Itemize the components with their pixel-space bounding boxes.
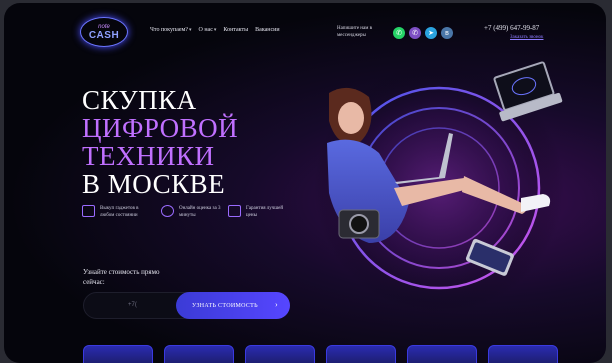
nav-item-contacts[interactable]: Контакты bbox=[223, 27, 248, 33]
category-tile[interactable] bbox=[164, 345, 234, 363]
clock-icon bbox=[161, 205, 174, 217]
feature-online-estimate: Онлайн оценка за 3 минуты bbox=[161, 205, 223, 219]
feature-text: Гарантия лучшей цены bbox=[246, 206, 284, 218]
vk-glyph: в bbox=[445, 29, 449, 37]
messenger-prompt: Напишите нам в мессенджеры bbox=[337, 26, 372, 38]
telegram-glyph: ➤ bbox=[428, 30, 434, 37]
category-tile[interactable] bbox=[488, 345, 558, 363]
whatsapp-glyph: ✆ bbox=[396, 30, 402, 37]
viber-icon[interactable]: ✆ bbox=[409, 27, 421, 39]
laptop-icon bbox=[82, 205, 95, 217]
feature-text: Онлайн оценка за 3 минуты bbox=[179, 206, 221, 218]
hero-illustration bbox=[314, 61, 564, 313]
hero-title-line2: ЦИФРОВОЙ bbox=[82, 113, 239, 143]
viber-glyph: ✆ bbox=[412, 30, 418, 37]
nav-label: Вакансии bbox=[255, 27, 280, 33]
nav-label: Контакты bbox=[223, 27, 249, 33]
hero-title: СКУПКА ЦИФРОВОЙ ТЕХНИКИ В МОСКВЕ bbox=[82, 86, 238, 198]
get-price-label: УЗНАТЬ СТОИМОСТЬ bbox=[192, 302, 258, 309]
page-frame: note CASH Что покупаем? ▾ О нас ▾ Контакты… bbox=[4, 3, 606, 363]
nav-label: О нас bbox=[198, 27, 213, 33]
hero-title-line4: В МОСКВЕ bbox=[82, 169, 226, 199]
category-tile[interactable] bbox=[407, 345, 477, 363]
get-price-button[interactable]: УЗНАТЬ СТОИМОСТЬ › bbox=[176, 292, 290, 319]
estimate-prompt: Узнайте стоимость прямо сейчас: bbox=[83, 268, 160, 286]
category-tiles bbox=[83, 345, 558, 363]
telegram-icon[interactable]: ➤ bbox=[425, 27, 437, 39]
category-tile[interactable] bbox=[83, 345, 153, 363]
whatsapp-icon[interactable]: ✆ bbox=[393, 27, 405, 39]
chart-icon bbox=[228, 205, 241, 217]
nav-item-what-we-buy[interactable]: Что покупаем? ▾ bbox=[150, 27, 192, 33]
nav-item-vacancies[interactable]: Вакансии bbox=[255, 27, 279, 33]
category-tile[interactable] bbox=[326, 345, 396, 363]
girl-face bbox=[338, 102, 364, 134]
nav-label: Что покупаем? bbox=[150, 27, 188, 33]
feature-best-price: Гарантия лучшей цены bbox=[228, 205, 290, 219]
chevron-down-icon: ▾ bbox=[188, 28, 192, 33]
camera-lens bbox=[349, 214, 369, 234]
phone-input-placeholder: +7( bbox=[128, 302, 137, 308]
feature-text: Выкуп гаджетов в любом состоянии bbox=[100, 206, 139, 218]
hero-title-line3: ТЕХНИКИ bbox=[82, 141, 215, 171]
vk-icon[interactable]: в bbox=[441, 27, 453, 39]
arrow-right-icon: › bbox=[275, 300, 278, 309]
callback-link[interactable]: Заказать звонок bbox=[510, 35, 543, 40]
chevron-down-icon: ▾ bbox=[213, 28, 217, 33]
main-nav: Что покупаем? ▾ О нас ▾ Контакты Вакансии bbox=[150, 27, 280, 33]
site-logo[interactable]: note CASH bbox=[80, 17, 128, 47]
phone-number[interactable]: +7 (499) 647-99-87 bbox=[484, 24, 539, 32]
category-tile[interactable] bbox=[245, 345, 315, 363]
hero-title-line1: СКУПКА bbox=[82, 85, 197, 115]
feature-buyout: Выкуп гаджетов в любом состоянии bbox=[82, 205, 144, 219]
nav-item-about[interactable]: О нас ▾ bbox=[199, 27, 217, 33]
logo-text-bottom: CASH bbox=[88, 29, 120, 41]
